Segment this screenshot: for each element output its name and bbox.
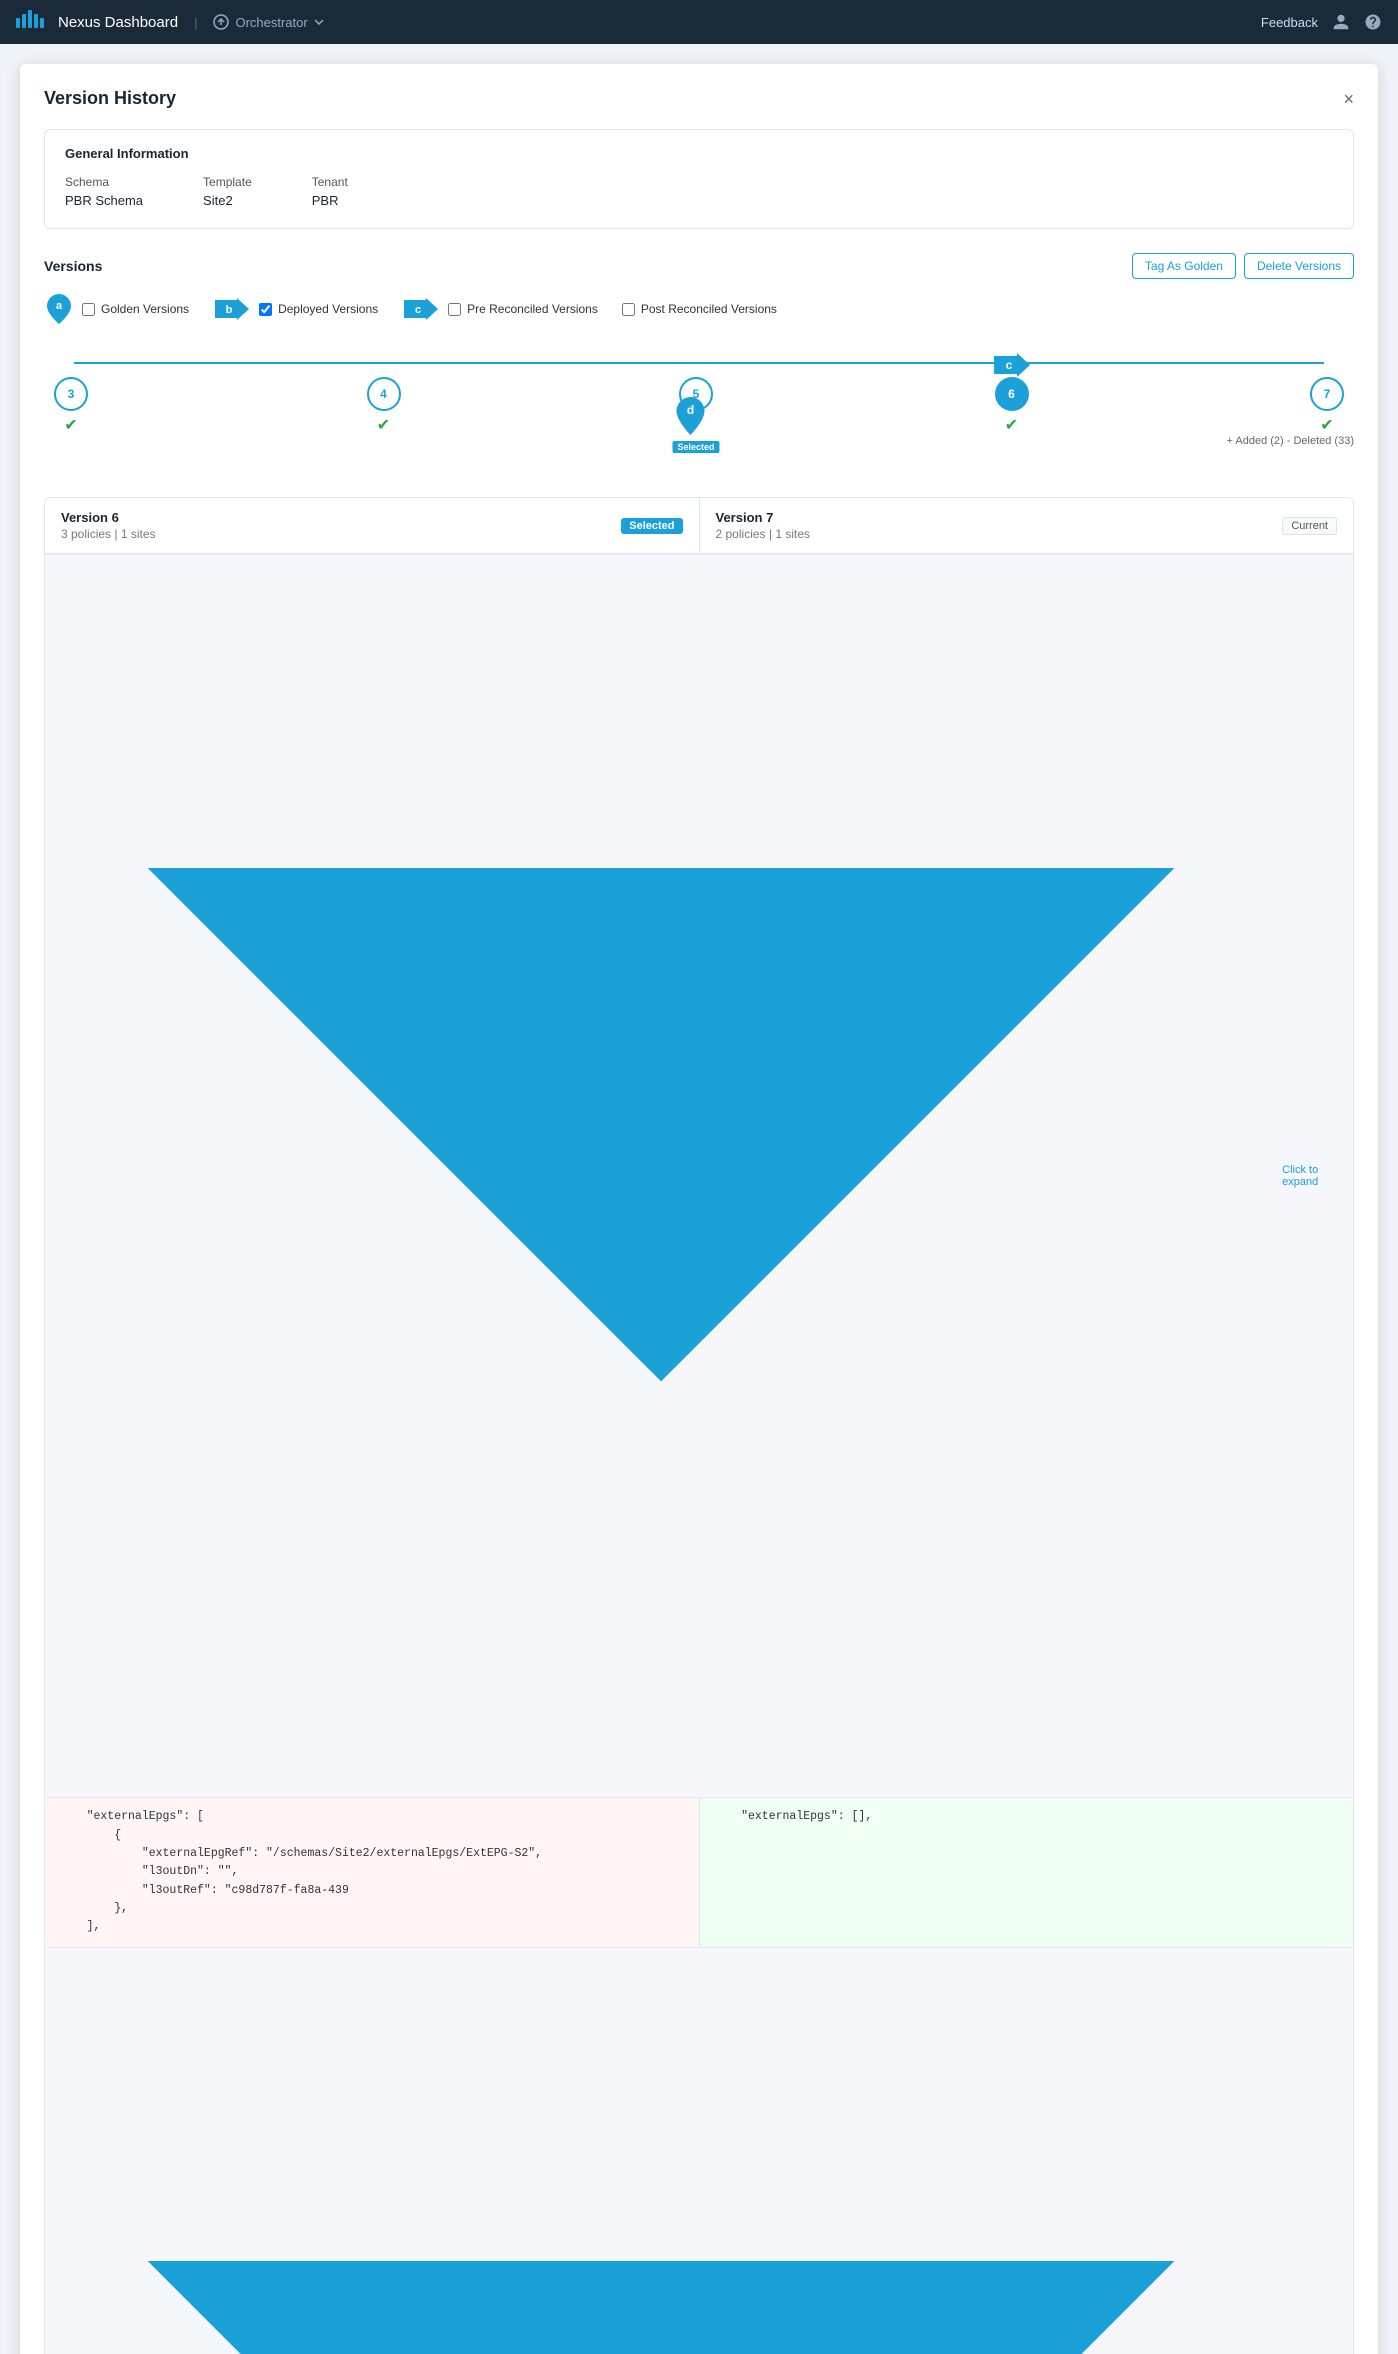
arrow-c-above-icon: c [992, 351, 1032, 379]
orchestrator-menu[interactable]: Orchestrator [213, 14, 323, 30]
version6-name: Version 6 [61, 510, 156, 525]
template-label: Template [203, 175, 252, 189]
golden-checkbox[interactable] [82, 303, 95, 316]
schema-label: Schema [65, 175, 143, 189]
legend-post-reconciled: Post Reconciled Versions [622, 302, 777, 316]
legend-pre-reconciled: c Pre Reconciled Versions [402, 295, 598, 323]
general-info-box: General Information Schema PBR Schema Te… [44, 129, 1354, 229]
navbar-brand-title: Nexus Dashboard [58, 14, 178, 31]
legend-deployed: b Deployed Versions [213, 295, 378, 323]
cisco-logo [16, 10, 46, 35]
diff-left-1: "externalEpgs": [ { "externalEpgRef": "/… [45, 1798, 700, 1947]
svg-text:c: c [1005, 358, 1012, 372]
legend-row: a Golden Versions b Deployed Versions [44, 293, 1354, 325]
selected-badge: Selected [672, 441, 719, 453]
node-3-circle[interactable]: 3 [54, 377, 88, 411]
orchestrator-label: Orchestrator [235, 15, 307, 30]
svg-text:d: d [687, 403, 694, 417]
template-value: Site2 [203, 193, 252, 208]
node-7-check: ✔ [1320, 415, 1333, 435]
timeline-section: 3 ✔ 4 ✔ 5 ✔ [44, 345, 1354, 447]
node-6-circle[interactable]: 6 [995, 377, 1029, 411]
schema-field: Schema PBR Schema [65, 175, 143, 208]
version7-badge: Current [1282, 517, 1337, 535]
teardrop-a-icon: a [44, 292, 74, 326]
added-deleted-text: + Added (2) - Deleted (33) [1227, 435, 1355, 447]
expand-bar-2[interactable]: Click to expand [45, 1947, 1353, 2354]
user-icon[interactable] [1332, 13, 1350, 31]
post-reconciled-label: Post Reconciled Versions [641, 302, 777, 316]
legend-golden: a Golden Versions [44, 293, 189, 325]
expand-bar-1[interactable]: Click to expand [45, 554, 1353, 1798]
version7-header: Version 7 2 policies | 1 sites Current [699, 498, 1354, 553]
expand-label-1: Click to expand [1282, 1164, 1353, 1188]
schema-value: PBR Schema [65, 193, 143, 208]
svg-text:c: c [415, 304, 421, 316]
diff-section-1: "externalEpgs": [ { "externalEpgRef": "/… [45, 1798, 1353, 1947]
timeline-node-4[interactable]: 4 ✔ [367, 345, 401, 435]
selected-teardrop-d: d Selected [672, 395, 719, 453]
node-4-check: ✔ [377, 415, 390, 435]
tag-as-golden-button[interactable]: Tag As Golden [1132, 253, 1236, 279]
timeline-node-5[interactable]: 5 ✔ d Selected [679, 345, 713, 435]
version6-header: Version 6 3 policies | 1 sites Selected [45, 498, 699, 553]
arrow-b-icon: b [213, 296, 251, 322]
node-7-circle[interactable]: 7 [1310, 377, 1344, 411]
panel-header: Version History × [44, 88, 1354, 109]
tenant-value: PBR [312, 193, 348, 208]
timeline-node-7[interactable]: 7 ✔ [1310, 345, 1344, 435]
version7-meta: 2 policies | 1 sites [716, 527, 811, 541]
close-button[interactable]: × [1343, 90, 1354, 108]
pre-reconciled-checkbox[interactable] [448, 303, 461, 316]
feedback-link[interactable]: Feedback [1261, 15, 1318, 30]
expand-icon-1 [45, 560, 1277, 1792]
timeline-nodes: 3 ✔ 4 ✔ 5 ✔ [54, 345, 1344, 435]
delete-versions-button[interactable]: Delete Versions [1244, 253, 1354, 279]
diff-right-1: "externalEpgs": [], [700, 1798, 1354, 1947]
version6-badge: Selected [621, 518, 682, 534]
node-4-circle[interactable]: 4 [367, 377, 401, 411]
versions-actions: Tag As Golden Delete Versions [1132, 253, 1354, 279]
timeline-node-3[interactable]: 3 ✔ [54, 345, 88, 435]
arrow-c-icon: c [402, 296, 440, 322]
deployed-checkbox[interactable] [259, 303, 272, 316]
node-3-check: ✔ [64, 415, 77, 435]
svg-text:b: b [226, 304, 233, 316]
tenant-field: Tenant PBR [312, 175, 348, 208]
version-history-panel: Version History × General Information Sc… [20, 64, 1378, 2354]
main-content: Version History × General Information Sc… [0, 44, 1398, 2354]
general-info-label: General Information [65, 146, 1333, 161]
expand-icon-2 [45, 1953, 1277, 2354]
template-field: Template Site2 [203, 175, 252, 208]
versions-title: Versions [44, 258, 102, 274]
post-reconciled-checkbox[interactable] [622, 303, 635, 316]
tenant-label: Tenant [312, 175, 348, 189]
help-icon[interactable] [1364, 13, 1382, 31]
timeline-track: 3 ✔ 4 ✔ 5 ✔ [44, 345, 1354, 435]
info-fields: Schema PBR Schema Template Site2 Tenant … [65, 175, 1333, 208]
navbar-left: Nexus Dashboard | Orchestrator [16, 10, 324, 35]
diff-wrapper: Version 6 3 policies | 1 sites Selected … [44, 497, 1354, 2354]
pre-reconciled-label: Pre Reconciled Versions [467, 302, 598, 316]
version6-meta: 3 policies | 1 sites [61, 527, 156, 541]
navbar: Nexus Dashboard | Orchestrator Feedback [0, 0, 1398, 44]
timeline-node-6[interactable]: c 6 ✔ [992, 345, 1032, 435]
golden-label: Golden Versions [101, 302, 189, 316]
svg-text:a: a [56, 300, 63, 312]
versions-section-header: Versions Tag As Golden Delete Versions [44, 253, 1354, 279]
version7-name: Version 7 [716, 510, 811, 525]
navbar-right: Feedback [1261, 13, 1382, 31]
version-headers-row: Version 6 3 policies | 1 sites Selected … [45, 498, 1353, 554]
deployed-label: Deployed Versions [278, 302, 378, 316]
node-6-check: ✔ [1005, 415, 1018, 435]
panel-title: Version History [44, 88, 176, 109]
